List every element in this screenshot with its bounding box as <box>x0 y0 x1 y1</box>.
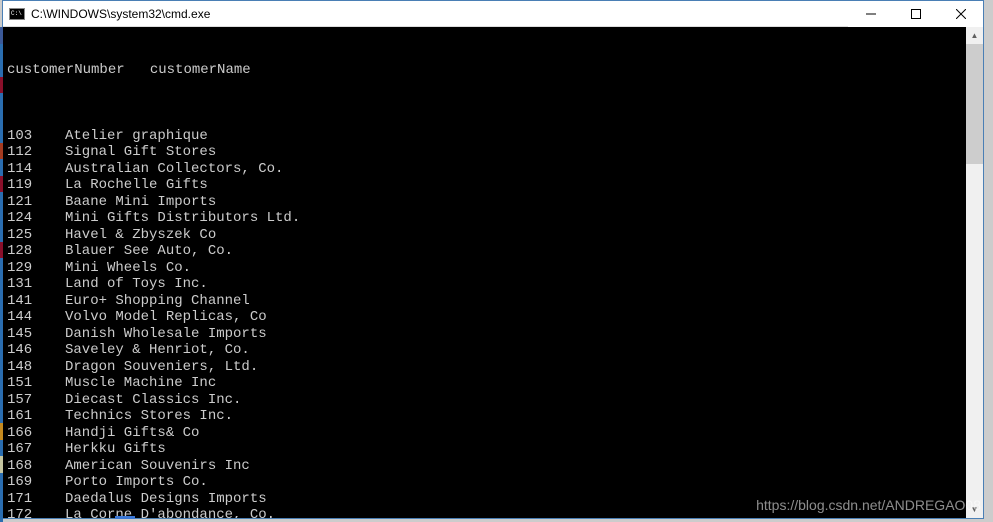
table-row: 148Dragon Souveniers, Ltd. <box>3 359 966 376</box>
customer-number: 125 <box>3 227 65 244</box>
header-col1: customerNumber <box>7 62 125 78</box>
customer-name: Muscle Machine Inc <box>65 375 216 392</box>
customer-name: Dragon Souveniers, Ltd. <box>65 359 258 376</box>
customer-name: Porto Imports Co. <box>65 474 208 491</box>
customer-name: Danish Wholesale Imports <box>65 326 267 343</box>
customer-name: Volvo Model Replicas, Co <box>65 309 267 326</box>
console-output[interactable]: customerNumber customerName 103Atelier g… <box>3 27 966 518</box>
customer-number: 121 <box>3 194 65 211</box>
customer-number: 114 <box>3 161 65 178</box>
table-row: 112Signal Gift Stores <box>3 144 966 161</box>
table-row: 119La Rochelle Gifts <box>3 177 966 194</box>
customer-number: 145 <box>3 326 65 343</box>
customer-name: Handji Gifts& Co <box>65 425 199 442</box>
customer-name: Land of Toys Inc. <box>65 276 208 293</box>
customer-name: Baane Mini Imports <box>65 194 216 211</box>
scroll-up-arrow[interactable]: ▲ <box>966 27 983 44</box>
customer-name: Diecast Classics Inc. <box>65 392 241 409</box>
customer-name: Mini Gifts Distributors Ltd. <box>65 210 300 227</box>
table-row: 167Herkku Gifts <box>3 441 966 458</box>
table-row: 114Australian Collectors, Co. <box>3 161 966 178</box>
table-row: 157Diecast Classics Inc. <box>3 392 966 409</box>
table-row: 129Mini Wheels Co. <box>3 260 966 277</box>
customer-name: Technics Stores Inc. <box>65 408 233 425</box>
close-button[interactable] <box>938 1 983 27</box>
customer-number: 112 <box>3 144 65 161</box>
customer-number: 131 <box>3 276 65 293</box>
cmd-window: C:\WINDOWS\system32\cmd.exe customerNumb… <box>2 0 984 519</box>
customer-number: 144 <box>3 309 65 326</box>
table-row: 144Volvo Model Replicas, Co <box>3 309 966 326</box>
table-row: 124Mini Gifts Distributors Ltd. <box>3 210 966 227</box>
customer-number: 141 <box>3 293 65 310</box>
customer-number: 151 <box>3 375 65 392</box>
console-area: customerNumber customerName 103Atelier g… <box>3 27 983 518</box>
customer-name: Daedalus Designs Imports <box>65 491 267 508</box>
table-row: 103Atelier graphique <box>3 128 966 145</box>
customer-name: La Corne D'abondance, Co. <box>65 507 275 518</box>
customer-name: Havel & Zbyszek Co <box>65 227 216 244</box>
table-row: 145Danish Wholesale Imports <box>3 326 966 343</box>
table-row: 121Baane Mini Imports <box>3 194 966 211</box>
table-row: 146Saveley & Henriot, Co. <box>3 342 966 359</box>
customer-number: 161 <box>3 408 65 425</box>
table-row: 128Blauer See Auto, Co. <box>3 243 966 260</box>
table-row: 125Havel & Zbyszek Co <box>3 227 966 244</box>
customer-number: 124 <box>3 210 65 227</box>
customer-name: Blauer See Auto, Co. <box>65 243 233 260</box>
maximize-button[interactable] <box>893 1 938 27</box>
watermark-text: https://blog.csdn.net/ANDREGAO08 <box>756 497 981 513</box>
customer-name: Herkku Gifts <box>65 441 166 458</box>
customer-name: Atelier graphique <box>65 128 208 145</box>
minimize-icon <box>866 9 876 19</box>
customer-name: American Souvenirs Inc <box>65 458 250 475</box>
customer-number: 128 <box>3 243 65 260</box>
customer-name: Australian Collectors, Co. <box>65 161 283 178</box>
window-title: C:\WINDOWS\system32\cmd.exe <box>31 7 848 21</box>
customer-name: Euro+ Shopping Channel <box>65 293 250 310</box>
customer-number: 168 <box>3 458 65 475</box>
cmd-icon <box>9 8 25 20</box>
scroll-thumb[interactable] <box>966 44 983 164</box>
customer-number: 157 <box>3 392 65 409</box>
table-row: 131Land of Toys Inc. <box>3 276 966 293</box>
table-row: 151Muscle Machine Inc <box>3 375 966 392</box>
minimize-button[interactable] <box>848 1 893 27</box>
maximize-icon <box>911 9 921 19</box>
table-header: customerNumber customerName <box>3 62 966 79</box>
table-row: 161Technics Stores Inc. <box>3 408 966 425</box>
titlebar[interactable]: C:\WINDOWS\system32\cmd.exe <box>3 1 983 27</box>
table-row: 169Porto Imports Co. <box>3 474 966 491</box>
table-row: 141Euro+ Shopping Channel <box>3 293 966 310</box>
window-controls <box>848 1 983 26</box>
customer-number: 171 <box>3 491 65 508</box>
left-edge-decoration <box>0 27 3 519</box>
customer-name: Saveley & Henriot, Co. <box>65 342 250 359</box>
customer-number: 148 <box>3 359 65 376</box>
customer-name: Signal Gift Stores <box>65 144 216 161</box>
customer-number: 146 <box>3 342 65 359</box>
header-col2: customerName <box>150 62 251 78</box>
customer-number: 169 <box>3 474 65 491</box>
customer-number: 166 <box>3 425 65 442</box>
customer-number: 172 <box>3 507 65 518</box>
customer-number: 103 <box>3 128 65 145</box>
customer-number: 119 <box>3 177 65 194</box>
customer-name: La Rochelle Gifts <box>65 177 208 194</box>
table-row: 166Handji Gifts& Co <box>3 425 966 442</box>
customer-name: Mini Wheels Co. <box>65 260 191 277</box>
vertical-scrollbar[interactable]: ▲ ▼ <box>966 27 983 518</box>
customer-number: 167 <box>3 441 65 458</box>
customer-number: 129 <box>3 260 65 277</box>
close-icon <box>956 9 966 19</box>
table-row: 168American Souvenirs Inc <box>3 458 966 475</box>
